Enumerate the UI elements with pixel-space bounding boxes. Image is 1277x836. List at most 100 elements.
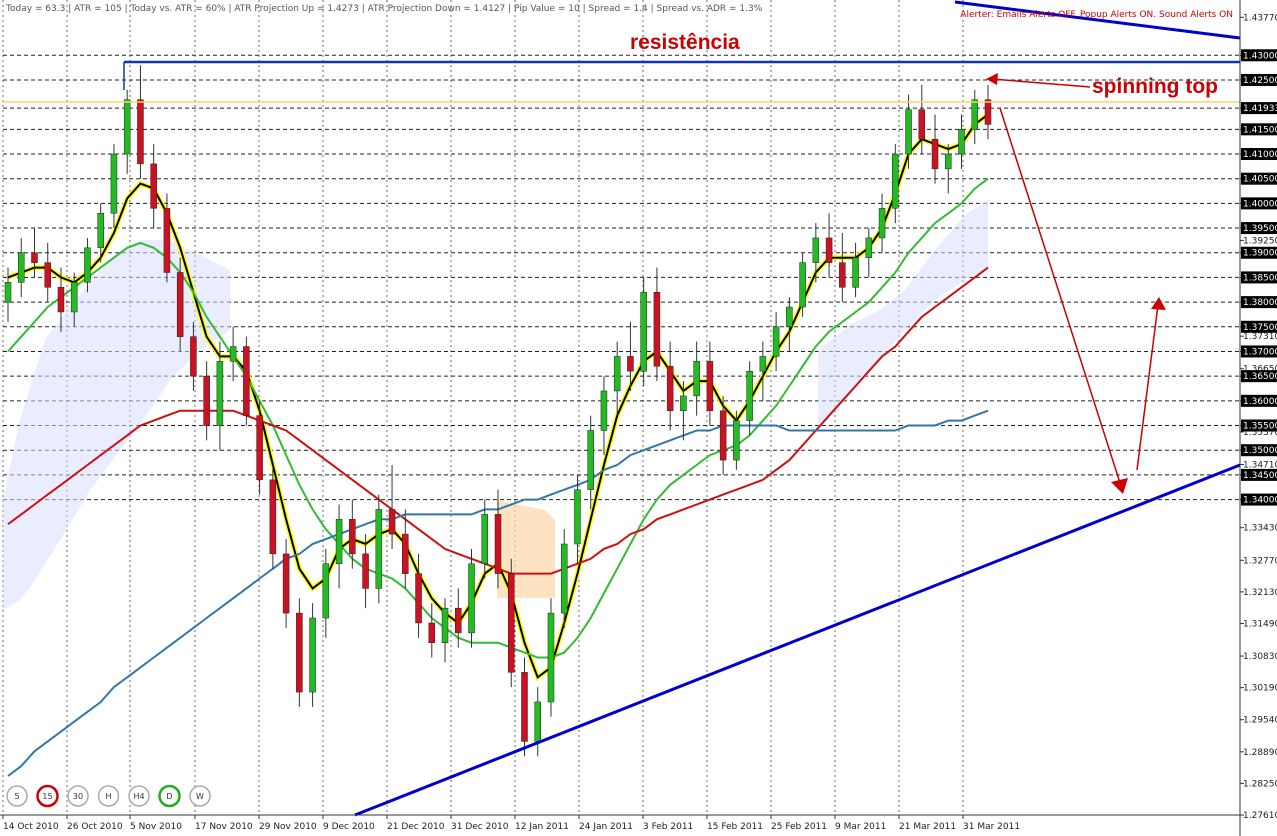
date-tick-label: 29 Nov 2010	[259, 822, 317, 832]
timeframe-label[interactable]: H4	[133, 792, 144, 801]
timeframe-label[interactable]: 15	[42, 792, 52, 801]
timeframe-button-h4[interactable]: H4	[128, 785, 150, 807]
date-tick-label: 5 Nov 2010	[130, 822, 182, 832]
price-tick-label: 1.29540	[1243, 716, 1277, 726]
timeframe-button-15[interactable]: 15	[36, 784, 59, 808]
price-tick-label: 1.37310	[1243, 332, 1277, 342]
candle-body	[494, 514, 502, 574]
price-tick-label: 1.41500	[1243, 125, 1277, 135]
candle-body	[746, 370, 753, 421]
candle-body	[534, 701, 541, 742]
price-tick-label: 1.30190	[1243, 684, 1277, 694]
timeframe-label[interactable]: H	[105, 792, 111, 801]
candle-body	[865, 237, 873, 258]
timeframe-button-h[interactable]: H	[97, 785, 120, 807]
price-chart[interactable]: 1.43770 1.43000 1.42500 1.41933 1.41500 1.410…	[0, 0, 1277, 836]
price-tick-label: 1.42500	[1243, 76, 1277, 86]
candle-body	[150, 163, 157, 209]
price-tick-label: 1.37000	[1243, 347, 1277, 357]
price-tick-label: 1.36500	[1243, 372, 1277, 382]
candle-body	[362, 553, 369, 589]
price-tick-label: 1.28890	[1243, 748, 1277, 758]
candle-body	[600, 390, 608, 431]
timeframe-label[interactable]: W	[196, 792, 204, 801]
timeframe-label[interactable]: D	[166, 792, 172, 801]
candle-body	[905, 109, 912, 155]
candle-body	[216, 361, 224, 426]
date-tick-label: 26 Oct 2010	[67, 822, 123, 832]
candle-body	[335, 519, 343, 564]
candle-body	[892, 153, 899, 209]
candle-body	[733, 420, 740, 461]
candle-body	[322, 563, 330, 619]
candle-body	[176, 272, 184, 337]
candle-body	[693, 361, 700, 397]
price-tick-label: 1.39500	[1243, 224, 1277, 234]
candle-body	[627, 356, 634, 372]
candle-body	[812, 237, 820, 263]
info-bar-text: Today = 63.3 | ATR = 105 | Today vs. ATR…	[5, 4, 763, 14]
candle-body	[17, 252, 25, 283]
candle-body	[203, 375, 210, 426]
candle-body	[428, 622, 436, 643]
candle-body	[666, 366, 674, 411]
candle-body	[945, 153, 952, 170]
price-tick-label: 1.43000	[1243, 51, 1277, 61]
price-tick-label: 1.38500	[1243, 273, 1277, 283]
candle-body	[918, 109, 926, 140]
candle-body	[772, 326, 780, 357]
price-tick-label: 1.40000	[1243, 199, 1277, 209]
candle-body	[388, 509, 396, 535]
timeframe-button-5[interactable]: 5	[6, 785, 28, 807]
candle-body	[375, 509, 383, 589]
candle-body	[229, 346, 237, 362]
price-tick-label: 1.28250	[1243, 779, 1277, 789]
timeframe-button-d[interactable]: D	[158, 784, 181, 808]
price-tick-label: 1.43770	[1243, 13, 1277, 23]
candle-body	[653, 291, 661, 367]
candle-body	[402, 533, 409, 574]
candle-body	[759, 356, 767, 372]
candle-body	[931, 138, 939, 170]
candle-body	[507, 573, 515, 673]
date-tick-label: 12 Jan 2011	[515, 822, 569, 832]
alerter-status: Alerter: Emails Alerts OFF. Popup Alerts…	[960, 10, 1233, 20]
candle-body	[958, 129, 965, 155]
price-tick-label: 1.31490	[1243, 619, 1277, 629]
candle-body	[878, 208, 886, 239]
candle-body	[441, 607, 449, 643]
candle-body	[613, 356, 621, 392]
date-tick-label: 31 Mar 2011	[963, 822, 1020, 832]
candle-body	[97, 213, 104, 249]
date-tick-label: 21 Mar 2011	[899, 822, 956, 832]
price-tick-label: 1.34000	[1243, 496, 1277, 506]
timeframe-button-30[interactable]: 30	[67, 785, 89, 807]
price-tick-label: 1.32770	[1243, 556, 1277, 566]
date-tick-label: 9 Dec 2010	[323, 822, 375, 832]
candle-body	[560, 543, 568, 614]
candle-body	[349, 519, 356, 555]
price-tick-label: 1.36000	[1243, 397, 1277, 407]
candle-body	[984, 99, 992, 125]
price-tick-label: 1.38000	[1243, 298, 1277, 308]
price-tick-label: 1.40500	[1243, 175, 1277, 185]
candle-body	[44, 262, 51, 288]
candle-body	[415, 573, 422, 624]
candle-body	[123, 99, 131, 155]
spinning-top-label: spinning top	[1092, 75, 1218, 98]
price-tick-label: 1.33430	[1243, 524, 1277, 534]
date-tick-label: 24 Jan 2011	[579, 822, 633, 832]
timeframe-label[interactable]: 5	[14, 792, 19, 801]
timeframe-label[interactable]: 30	[73, 792, 83, 801]
price-tick-label: 1.32130	[1243, 588, 1277, 598]
price-tick-label: 1.41933	[1243, 104, 1277, 114]
resistance-label: resistência	[630, 31, 740, 54]
candle-body	[481, 514, 489, 564]
price-tick-label: 1.35000	[1243, 446, 1277, 456]
candle-body	[680, 395, 687, 411]
candle-body	[243, 346, 250, 416]
candle-body	[110, 153, 118, 214]
candle-body	[971, 99, 979, 130]
candle-body	[574, 489, 581, 545]
timeframe-button-w[interactable]: W	[189, 785, 211, 807]
